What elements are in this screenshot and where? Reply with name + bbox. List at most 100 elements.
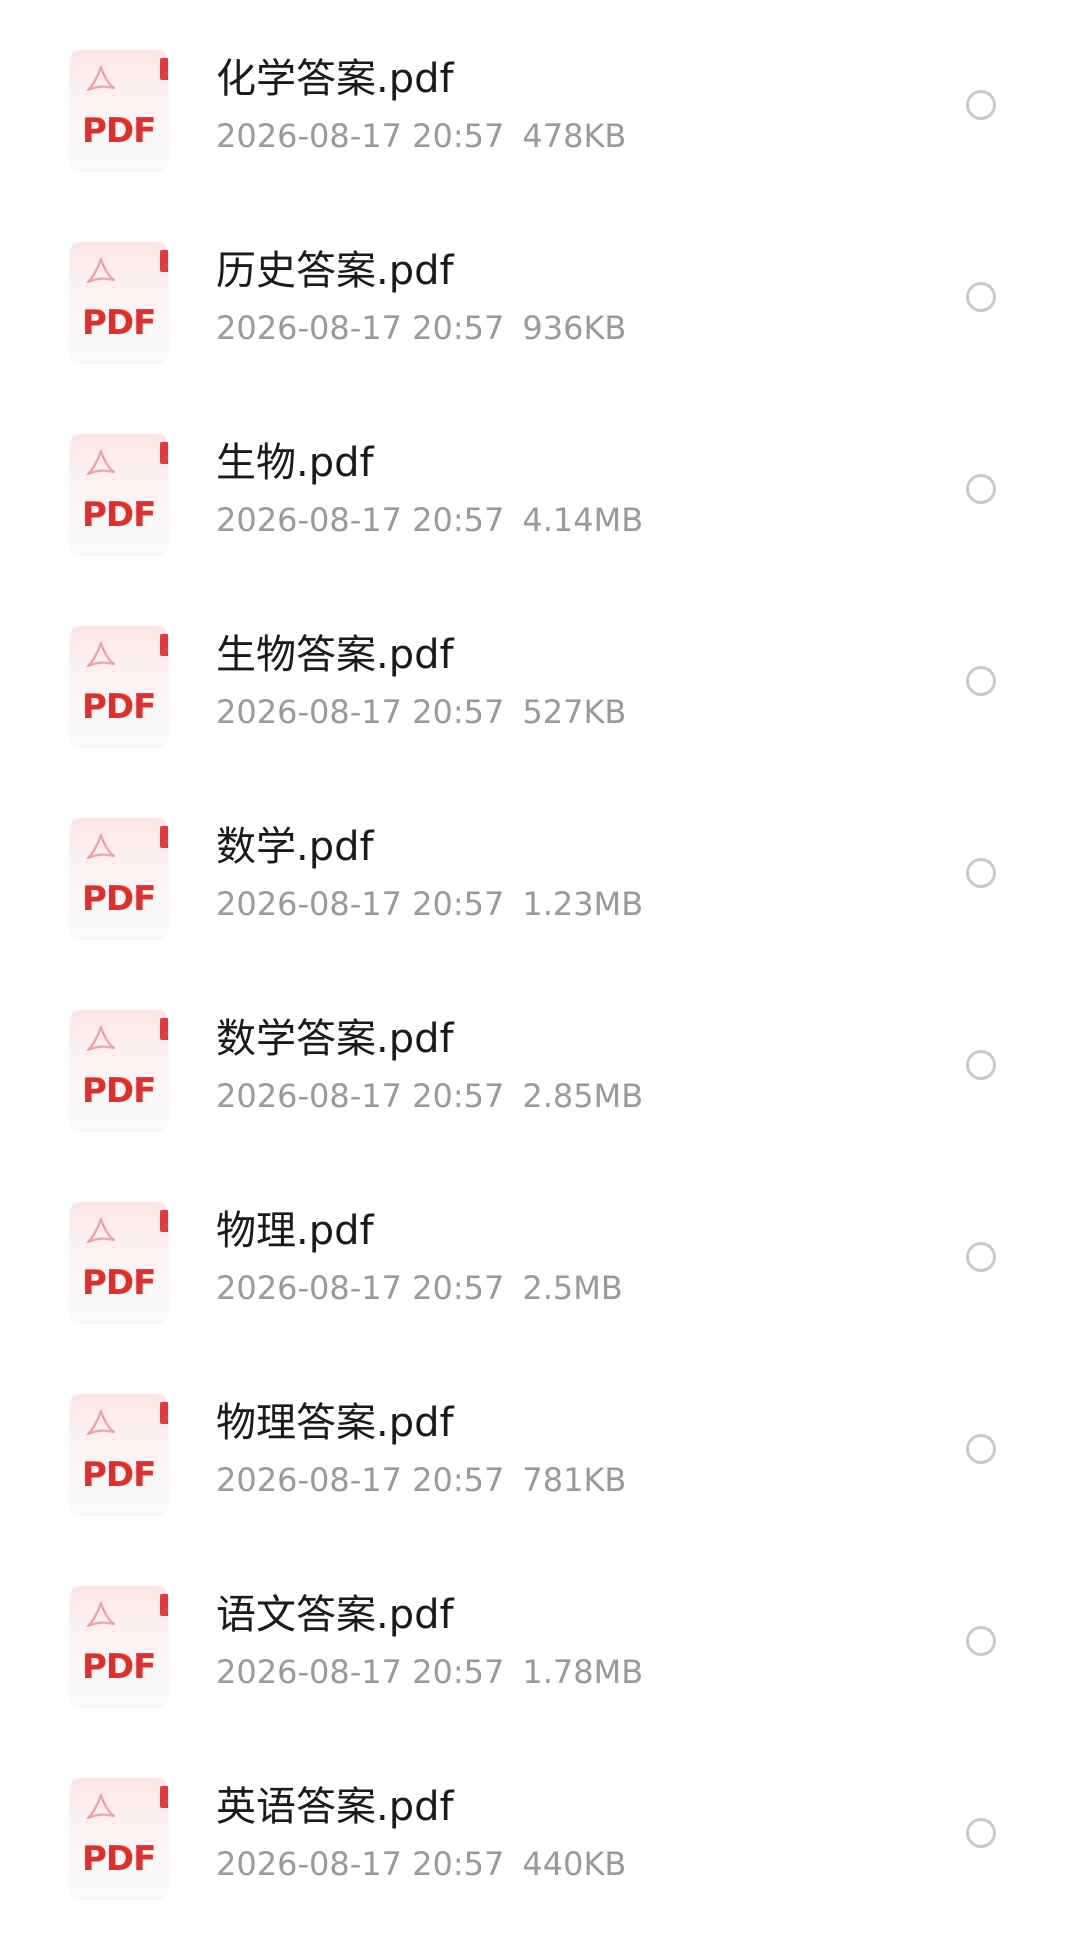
file-date: 2026-08-17 20:57 [216,1653,505,1691]
pdf-type-label: PDF [82,879,156,919]
select-radio[interactable] [966,1050,996,1080]
file-meta: 2026-08-17 20:57 1.78MB [216,1653,644,1691]
file-corner-mark [160,634,168,656]
pdf-file-icon: PDF [70,242,168,362]
pdf-type-label: PDF [82,303,156,343]
file-name: 英语答案.pdf [216,1784,454,1830]
select-radio[interactable] [966,282,996,312]
select-radio[interactable] [966,1626,996,1656]
file-row[interactable]: PDF 数学.pdf 2026-08-17 20:57 1.23MB [0,781,1080,973]
file-meta: 2026-08-17 20:57 781KB [216,1461,627,1499]
pdf-type-label: PDF [82,1647,156,1687]
file-name: 生物.pdf [216,440,374,486]
pdf-file-icon: PDF [70,626,168,746]
file-corner-mark [160,1210,168,1232]
select-radio[interactable] [966,1818,996,1848]
acrobat-icon [86,1793,116,1820]
acrobat-icon [86,641,116,668]
file-date: 2026-08-17 20:57 [216,309,505,347]
acrobat-icon [86,449,116,476]
pdf-type-label: PDF [82,495,156,535]
acrobat-icon [86,1409,116,1436]
file-meta: 2026-08-17 20:57 1.23MB [216,885,644,923]
file-size: 527KB [522,693,627,731]
select-radio[interactable] [966,858,996,888]
file-meta: 2026-08-17 20:57 936KB [216,309,627,347]
file-row[interactable]: PDF 化学答案.pdf 2026-08-17 20:57 478KB [0,13,1080,205]
pdf-type-label: PDF [82,1071,156,1111]
file-row[interactable]: PDF 生物.pdf 2026-08-17 20:57 4.14MB [0,397,1080,589]
pdf-file-icon: PDF [70,434,168,554]
pdf-type-label: PDF [82,1263,156,1303]
file-name: 数学答案.pdf [216,1016,454,1062]
pdf-type-label: PDF [82,1455,156,1495]
file-row[interactable]: PDF 物理.pdf 2026-08-17 20:57 2.5MB [0,1165,1080,1357]
file-meta: 2026-08-17 20:57 4.14MB [216,501,644,539]
file-name: 语文答案.pdf [216,1592,454,1638]
file-name: 物理.pdf [216,1208,374,1254]
file-size: 1.78MB [522,1653,644,1691]
file-size: 440KB [522,1845,627,1883]
file-size: 478KB [522,117,627,155]
file-name: 数学.pdf [216,824,374,870]
acrobat-icon [86,1217,116,1244]
select-radio[interactable] [966,474,996,504]
file-date: 2026-08-17 20:57 [216,1269,505,1307]
file-size: 936KB [522,309,627,347]
file-corner-mark [160,1786,168,1808]
file-corner-mark [160,442,168,464]
file-date: 2026-08-17 20:57 [216,885,505,923]
file-row[interactable]: PDF 数学答案.pdf 2026-08-17 20:57 2.85MB [0,973,1080,1165]
file-name: 物理答案.pdf [216,1400,454,1446]
file-list: PDF 化学答案.pdf 2026-08-17 20:57 478KB PDF 历… [0,13,1080,1933]
acrobat-icon [86,1025,116,1052]
file-row[interactable]: PDF 生物答案.pdf 2026-08-17 20:57 527KB [0,589,1080,781]
pdf-file-icon: PDF [70,818,168,938]
select-radio[interactable] [966,666,996,696]
pdf-file-icon: PDF [70,1586,168,1706]
file-name: 历史答案.pdf [216,248,454,294]
file-meta: 2026-08-17 20:57 2.5MB [216,1269,623,1307]
file-corner-mark [160,250,168,272]
file-date: 2026-08-17 20:57 [216,117,505,155]
file-corner-mark [160,1402,168,1424]
file-meta: 2026-08-17 20:57 440KB [216,1845,627,1883]
file-row[interactable]: PDF 英语答案.pdf 2026-08-17 20:57 440KB [0,1741,1080,1933]
file-row[interactable]: PDF 历史答案.pdf 2026-08-17 20:57 936KB [0,205,1080,397]
file-date: 2026-08-17 20:57 [216,1845,505,1883]
file-corner-mark [160,58,168,80]
file-name: 化学答案.pdf [216,56,454,102]
file-size: 1.23MB [522,885,644,923]
file-name: 生物答案.pdf [216,632,454,678]
acrobat-icon [86,257,116,284]
pdf-type-label: PDF [82,111,156,151]
file-date: 2026-08-17 20:57 [216,501,505,539]
acrobat-icon [86,833,116,860]
file-size: 4.14MB [522,501,644,539]
pdf-file-icon: PDF [70,1394,168,1514]
pdf-file-icon: PDF [70,1010,168,1130]
file-size: 2.85MB [522,1077,644,1115]
file-meta: 2026-08-17 20:57 478KB [216,117,627,155]
file-row[interactable]: PDF 物理答案.pdf 2026-08-17 20:57 781KB [0,1357,1080,1549]
acrobat-icon [86,1601,116,1628]
pdf-file-icon: PDF [70,1778,168,1898]
file-corner-mark [160,826,168,848]
select-radio[interactable] [966,1242,996,1272]
pdf-type-label: PDF [82,1839,156,1879]
file-date: 2026-08-17 20:57 [216,693,505,731]
file-corner-mark [160,1018,168,1040]
file-meta: 2026-08-17 20:57 527KB [216,693,627,731]
file-row[interactable]: PDF 语文答案.pdf 2026-08-17 20:57 1.78MB [0,1549,1080,1741]
select-radio[interactable] [966,90,996,120]
file-corner-mark [160,1594,168,1616]
file-size: 2.5MB [522,1269,623,1307]
select-radio[interactable] [966,1434,996,1464]
acrobat-icon [86,65,116,92]
pdf-file-icon: PDF [70,1202,168,1322]
file-size: 781KB [522,1461,627,1499]
pdf-file-icon: PDF [70,50,168,170]
file-date: 2026-08-17 20:57 [216,1461,505,1499]
file-date: 2026-08-17 20:57 [216,1077,505,1115]
pdf-type-label: PDF [82,687,156,727]
